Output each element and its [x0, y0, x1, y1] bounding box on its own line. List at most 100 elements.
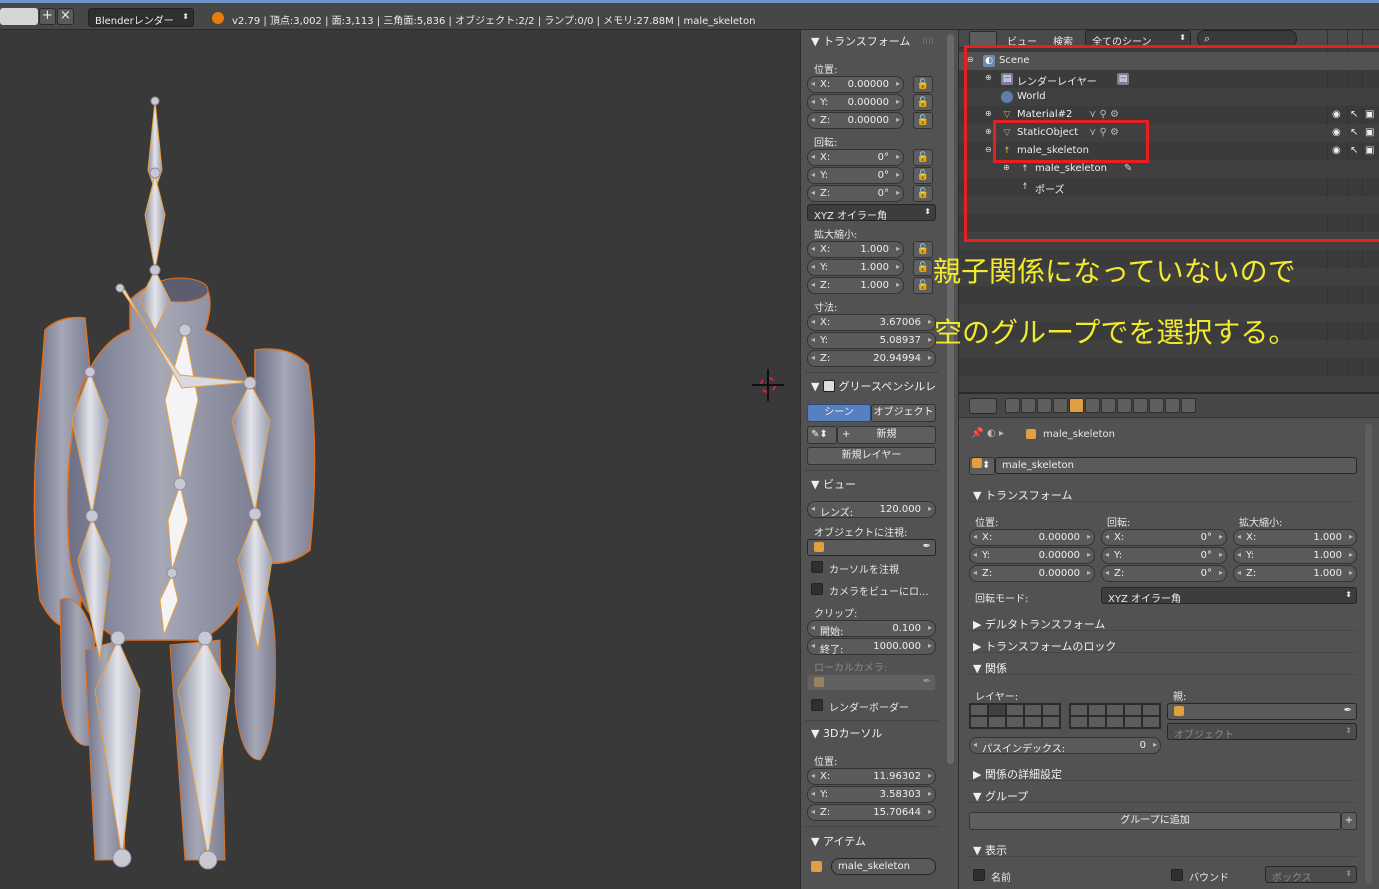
layer-grid-2[interactable]	[1069, 703, 1161, 729]
location-z-field[interactable]: Z: 0.00000	[807, 112, 904, 129]
lock-object-field[interactable]: ✒	[807, 539, 936, 556]
lock-cursor-checkbox[interactable]	[811, 561, 823, 573]
rotation-mode-select[interactable]: XYZ オイラー角 ⬍	[1101, 587, 1357, 605]
lock-icon[interactable]: 🔓	[913, 94, 933, 111]
scale-y-field[interactable]: Y: 1.000	[807, 259, 904, 276]
show-name-checkbox[interactable]	[973, 869, 985, 881]
bone-tab-icon[interactable]	[1133, 398, 1148, 413]
cursor-x-field[interactable]: X: 11.96302	[807, 768, 936, 785]
lock-camera-checkbox[interactable]	[811, 583, 823, 595]
dimension-y-field[interactable]: Y: 5.08937	[807, 332, 936, 349]
lock-icon[interactable]: 🔓	[913, 277, 933, 294]
remove-screen-button[interactable]: ×	[57, 8, 74, 25]
scale-x-field[interactable]: X: 1.000	[807, 241, 904, 258]
location-x-field[interactable]: X: 0.00000	[807, 76, 904, 93]
render-engine-select[interactable]: Blenderレンダー ⬍	[88, 8, 194, 27]
rotation-x-field[interactable]: X: 0°	[1101, 529, 1227, 546]
grease-pencil-panel-header[interactable]: ▼ グリースペンシルレ	[811, 378, 939, 394]
lock-icon[interactable]: 🔓	[913, 241, 933, 258]
location-y-field[interactable]: Y: 0.00000	[969, 547, 1095, 564]
delta-transform-section-header[interactable]: ▶ デルタトランスフォーム	[967, 613, 1357, 631]
texture-tab-icon[interactable]	[1149, 398, 1164, 413]
transform-section-header[interactable]: ▼ トランスフォーム	[967, 484, 1357, 502]
tab-scene[interactable]: シーン	[807, 404, 871, 422]
grease-pencil-checkbox[interactable]	[822, 380, 835, 392]
scale-label: 拡大縮小:	[814, 230, 858, 241]
pencil-icon[interactable]: ✎⬍	[807, 426, 837, 444]
transform-locks-section-header[interactable]: ▶ トランスフォームのロック	[967, 635, 1357, 653]
show-bounds-checkbox[interactable]	[1171, 869, 1183, 881]
display-section-header[interactable]: ▼ 表示	[967, 839, 1357, 857]
3d-cursor-panel-header[interactable]: ▼ 3Dカーソル	[811, 725, 882, 741]
scale-z-field[interactable]: Z: 1.000	[1233, 565, 1357, 582]
render-border-checkbox[interactable]	[811, 699, 823, 711]
lock-icon[interactable]: 🔓	[913, 185, 933, 202]
rotation-y-field[interactable]: Y: 0°	[1101, 547, 1227, 564]
scene-tab-icon[interactable]	[1037, 398, 1052, 413]
new-grease-button[interactable]: + 新規	[837, 426, 936, 444]
scale-x-field[interactable]: X: 1.000	[1233, 529, 1357, 546]
new-layer-button[interactable]: 新規レイヤー	[807, 447, 936, 465]
editor-type-icon[interactable]	[969, 398, 997, 414]
dimension-x-field[interactable]: X: 3.67006	[807, 314, 936, 331]
add-to-group-button[interactable]: グループに追加	[969, 812, 1341, 830]
npanel-scrollbar[interactable]	[947, 34, 954, 764]
object-tab-icon[interactable]	[1069, 398, 1084, 413]
lock-icon[interactable]: 🔓	[913, 149, 933, 166]
object-name-field[interactable]: male_skeleton	[995, 457, 1357, 474]
lens-field[interactable]: レンズ: 120.000	[807, 501, 936, 519]
relations-section-header[interactable]: ▼ 関係	[967, 657, 1357, 675]
screen-layout-field[interactable]	[0, 8, 38, 25]
add-screen-button[interactable]: +	[39, 8, 56, 25]
physics-tab-icon[interactable]	[1165, 398, 1180, 413]
add-group-plus-icon[interactable]: +	[1341, 812, 1357, 830]
rotation-y-field[interactable]: Y: 0°	[807, 167, 904, 184]
lock-icon[interactable]: 🔓	[913, 259, 933, 276]
rotation-z-field[interactable]: Z: 0°	[1101, 565, 1227, 582]
data-tab-icon[interactable]	[1117, 398, 1132, 413]
scale-z-field[interactable]: Z: 1.000	[807, 277, 904, 294]
eyedropper-icon[interactable]: ✒	[923, 541, 931, 552]
transform-panel-header[interactable]: ▼ トランスフォーム	[811, 33, 910, 49]
pin-icon[interactable]: 📌	[971, 428, 983, 439]
pass-index-field[interactable]: パスインデックス: 0	[969, 737, 1161, 755]
parent-field[interactable]: ✒	[1167, 703, 1357, 720]
render-layers-tab-icon[interactable]	[1021, 398, 1036, 413]
rotation-z-field[interactable]: Z: 0°	[807, 185, 904, 202]
3d-cursor-icon[interactable]	[752, 369, 784, 401]
location-x-field[interactable]: X: 0.00000	[969, 529, 1095, 546]
groups-section-header[interactable]: ▼ グループ	[967, 785, 1357, 803]
properties-scrollbar[interactable]	[1365, 424, 1372, 884]
location-y-field[interactable]: Y: 0.00000	[807, 94, 904, 111]
lock-icon[interactable]: 🔓	[913, 167, 933, 184]
view-panel-header[interactable]: ▼ ビュー	[811, 476, 856, 492]
location-z-field[interactable]: Z: 0.00000	[969, 565, 1095, 582]
item-name-field[interactable]: male_skeleton	[831, 858, 936, 875]
rotation-mode-select[interactable]: XYZ オイラー角 ⬍	[807, 204, 936, 222]
layer-grid-1[interactable]	[969, 703, 1061, 729]
scale-y-field[interactable]: Y: 1.000	[1233, 547, 1357, 564]
lock-icon[interactable]: 🔓	[913, 112, 933, 129]
particles-tab-icon[interactable]	[1181, 398, 1196, 413]
value: 0.00000	[847, 79, 889, 90]
clip-start-field[interactable]: 開始: 0.100	[807, 620, 936, 638]
object-cube-icon	[1174, 706, 1184, 716]
constraints-tab-icon[interactable]	[1085, 398, 1100, 413]
clip-end-field[interactable]: 終了: 1000.000	[807, 638, 936, 656]
clip-end-value: 1000.000	[873, 641, 921, 652]
cursor-y-field[interactable]: Y: 3.58303	[807, 786, 936, 803]
drag-grip-icon[interactable]	[923, 38, 933, 44]
dimension-z-field[interactable]: Z: 20.94994	[807, 350, 936, 367]
cursor-z-field[interactable]: Z: 15.70644	[807, 804, 936, 821]
render-tab-icon[interactable]	[1005, 398, 1020, 413]
eyedropper-icon[interactable]: ✒	[1344, 705, 1352, 716]
relations-extras-section-header[interactable]: ▶ 関係の詳細設定	[967, 763, 1357, 781]
tab-object[interactable]: オブジェクト	[871, 404, 936, 422]
item-panel-header[interactable]: ▼ アイテム	[811, 833, 866, 849]
world-tab-icon[interactable]	[1053, 398, 1068, 413]
lock-icon[interactable]: 🔓	[913, 76, 933, 93]
3d-viewport[interactable]	[0, 30, 800, 889]
modifiers-tab-icon[interactable]	[1101, 398, 1116, 413]
rotation-x-field[interactable]: X: 0°	[807, 149, 904, 166]
object-browse-icon[interactable]: ⬍	[969, 457, 995, 475]
